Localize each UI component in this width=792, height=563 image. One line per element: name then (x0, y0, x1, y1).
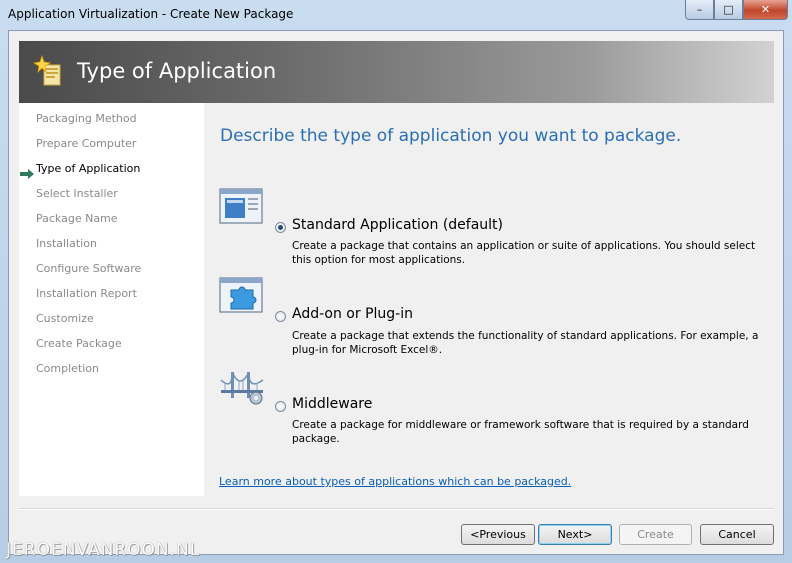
nav-step-prepare-computer: Prepare Computer (36, 137, 137, 150)
app-window: Application Virtualization - Create New … (0, 0, 792, 563)
standard-application-description: Create a package that contains an applic… (292, 240, 756, 266)
watermark-text: JEROENVANROON.NL (6, 540, 201, 560)
page-title: Type of Application (77, 59, 277, 83)
cancel-button[interactable]: Cancel (700, 524, 774, 545)
footer-separator (19, 508, 774, 510)
nav-step-installation: Installation (36, 237, 97, 250)
puzzle-plugin-icon (219, 277, 263, 313)
section-heading: Describe the type of application you wan… (220, 126, 682, 146)
main-content: Describe the type of application you wan… (204, 103, 774, 496)
addon-plugin-description: Create a package that extends the functi… (292, 330, 759, 356)
nav-step-type-of-application: Type of Application (36, 162, 141, 175)
current-step-arrow-icon (20, 169, 34, 179)
next-button[interactable]: Next> (538, 524, 612, 545)
title-bar[interactable]: Application Virtualization - Create New … (0, 0, 792, 30)
window-title: Application Virtualization - Create New … (8, 7, 294, 21)
close-button[interactable]: ✕ (743, 0, 788, 20)
nav-step-customize: Customize (36, 312, 94, 325)
middleware-description: Create a package for middleware or frame… (292, 419, 749, 445)
middleware-radio[interactable] (275, 401, 286, 412)
addon-plugin-label[interactable]: Add-on or Plug-in (292, 306, 413, 322)
wizard-client-area: Type of Application Packaging Method Pre… (8, 30, 784, 555)
learn-more-link[interactable]: Learn more about types of applications w… (219, 475, 571, 488)
standard-application-icon (219, 188, 263, 224)
nav-step-select-installer: Select Installer (36, 187, 118, 200)
nav-step-package-name: Package Name (36, 212, 118, 225)
nav-step-configure-software: Configure Software (36, 262, 142, 275)
create-button[interactable]: Create (619, 524, 692, 545)
wizard-step-nav: Packaging Method Prepare Computer Type o… (19, 103, 204, 496)
middleware-label[interactable]: Middleware (292, 396, 372, 412)
wizard-sparkle-icon (33, 55, 61, 86)
nav-step-create-package: Create Package (36, 337, 122, 350)
standard-application-label[interactable]: Standard Application (default) (292, 217, 503, 233)
caption-buttons: – □ ✕ (685, 0, 788, 20)
standard-application-radio[interactable] (275, 222, 286, 233)
addon-plugin-radio[interactable] (275, 311, 286, 322)
minimize-button[interactable]: – (685, 0, 714, 20)
previous-button[interactable]: <Previous (461, 524, 535, 545)
wizard-banner: Type of Application (19, 41, 774, 103)
minimize-icon: – (696, 3, 703, 16)
close-icon: ✕ (760, 3, 771, 16)
maximize-button[interactable]: □ (714, 0, 743, 20)
maximize-icon: □ (723, 3, 734, 16)
bridge-middleware-icon (220, 372, 264, 405)
nav-step-installation-report: Installation Report (36, 287, 137, 300)
nav-step-completion: Completion (36, 362, 100, 375)
nav-step-packaging-method: Packaging Method (36, 112, 137, 125)
